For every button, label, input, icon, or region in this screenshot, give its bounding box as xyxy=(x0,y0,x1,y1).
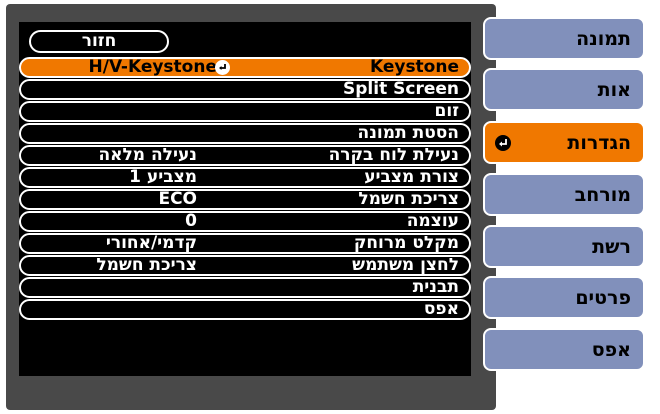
tab-label: הגדרות xyxy=(567,132,631,154)
menu-item-keystone[interactable]: H/V-Keystone Keystone xyxy=(19,57,471,78)
menu-item-pointer-shape[interactable]: מצביע 1 צורת מצביע xyxy=(19,167,471,188)
menu-item-user-button[interactable]: צריכת חשמל לחצן משתמש xyxy=(19,255,471,276)
menu-item-pill xyxy=(19,101,471,122)
enter-icon xyxy=(215,60,230,75)
menu-item-volume[interactable]: 0 עוצמה xyxy=(19,211,471,232)
menu-item-value: 0 xyxy=(185,211,197,231)
menu-item-label: צריכת חשמל xyxy=(358,189,459,209)
menu-item-pill xyxy=(19,277,471,298)
tab-reset[interactable]: אפס xyxy=(483,328,645,371)
menu-item-label: נעילת לוח בקרה xyxy=(328,145,459,165)
menu-item-label: הסטת תמונה xyxy=(357,123,459,143)
menu-item-remote-receiver[interactable]: קדמי/אחורי מקלט מרוחק xyxy=(19,233,471,254)
menu-item-power-consumption[interactable]: ECO צריכת חשמל xyxy=(19,189,471,210)
tab-label: מורחב xyxy=(574,184,631,206)
menu-item-value: צריכת חשמל xyxy=(96,255,197,275)
back-button[interactable]: חזור xyxy=(29,30,169,53)
menu-item-label: עוצמה xyxy=(406,211,459,231)
menu-item-label: תבנית xyxy=(412,277,459,297)
menu-item-value: ECO xyxy=(158,189,197,209)
menu-item-value: קדמי/אחורי xyxy=(105,233,197,253)
tab-image[interactable]: תמונה xyxy=(483,17,645,60)
tab-label: אפס xyxy=(591,339,631,361)
tab-info[interactable]: פרטים xyxy=(483,276,645,319)
tab-label: רשת xyxy=(592,236,631,258)
menu-item-label: צורת מצביע xyxy=(364,167,459,187)
menu-item-pill xyxy=(19,211,471,232)
menu-item-value: נעילה מלאה xyxy=(98,145,197,165)
tab-settings[interactable]: הגדרות xyxy=(483,121,645,164)
menu-item-value: H/V-Keystone xyxy=(88,57,217,77)
tab-label: פרטים xyxy=(575,287,631,309)
menu-item-control-panel-lock[interactable]: נעילה מלאה נעילת לוח בקרה xyxy=(19,145,471,166)
menu-item-label: אפס xyxy=(423,299,459,319)
menu-item-zoom[interactable]: זום xyxy=(19,101,471,122)
menu-item-image-shift[interactable]: הסטת תמונה xyxy=(19,123,471,144)
menu-item-label: Split Screen xyxy=(343,79,459,99)
menu-item-split-screen[interactable]: Split Screen xyxy=(19,79,471,100)
menu-item-label: לחצן משתמש xyxy=(352,255,459,275)
menu-item-label: זום xyxy=(434,101,459,121)
menu-item-pattern[interactable]: תבנית xyxy=(19,277,471,298)
tab-extended[interactable]: מורחב xyxy=(483,173,645,216)
menu-item-pill xyxy=(19,299,471,320)
tab-signal[interactable]: אות xyxy=(483,68,645,111)
menu-item-value: מצביע 1 xyxy=(129,167,197,187)
tab-label: אות xyxy=(597,79,631,101)
tab-network[interactable]: רשת xyxy=(483,225,645,268)
tab-label: תמונה xyxy=(576,28,631,50)
menu-item-reset[interactable]: אפס xyxy=(19,299,471,320)
enter-icon xyxy=(495,135,511,151)
menu-item-label: Keystone xyxy=(369,57,459,77)
menu-item-label: מקלט מרוחק xyxy=(353,233,459,253)
